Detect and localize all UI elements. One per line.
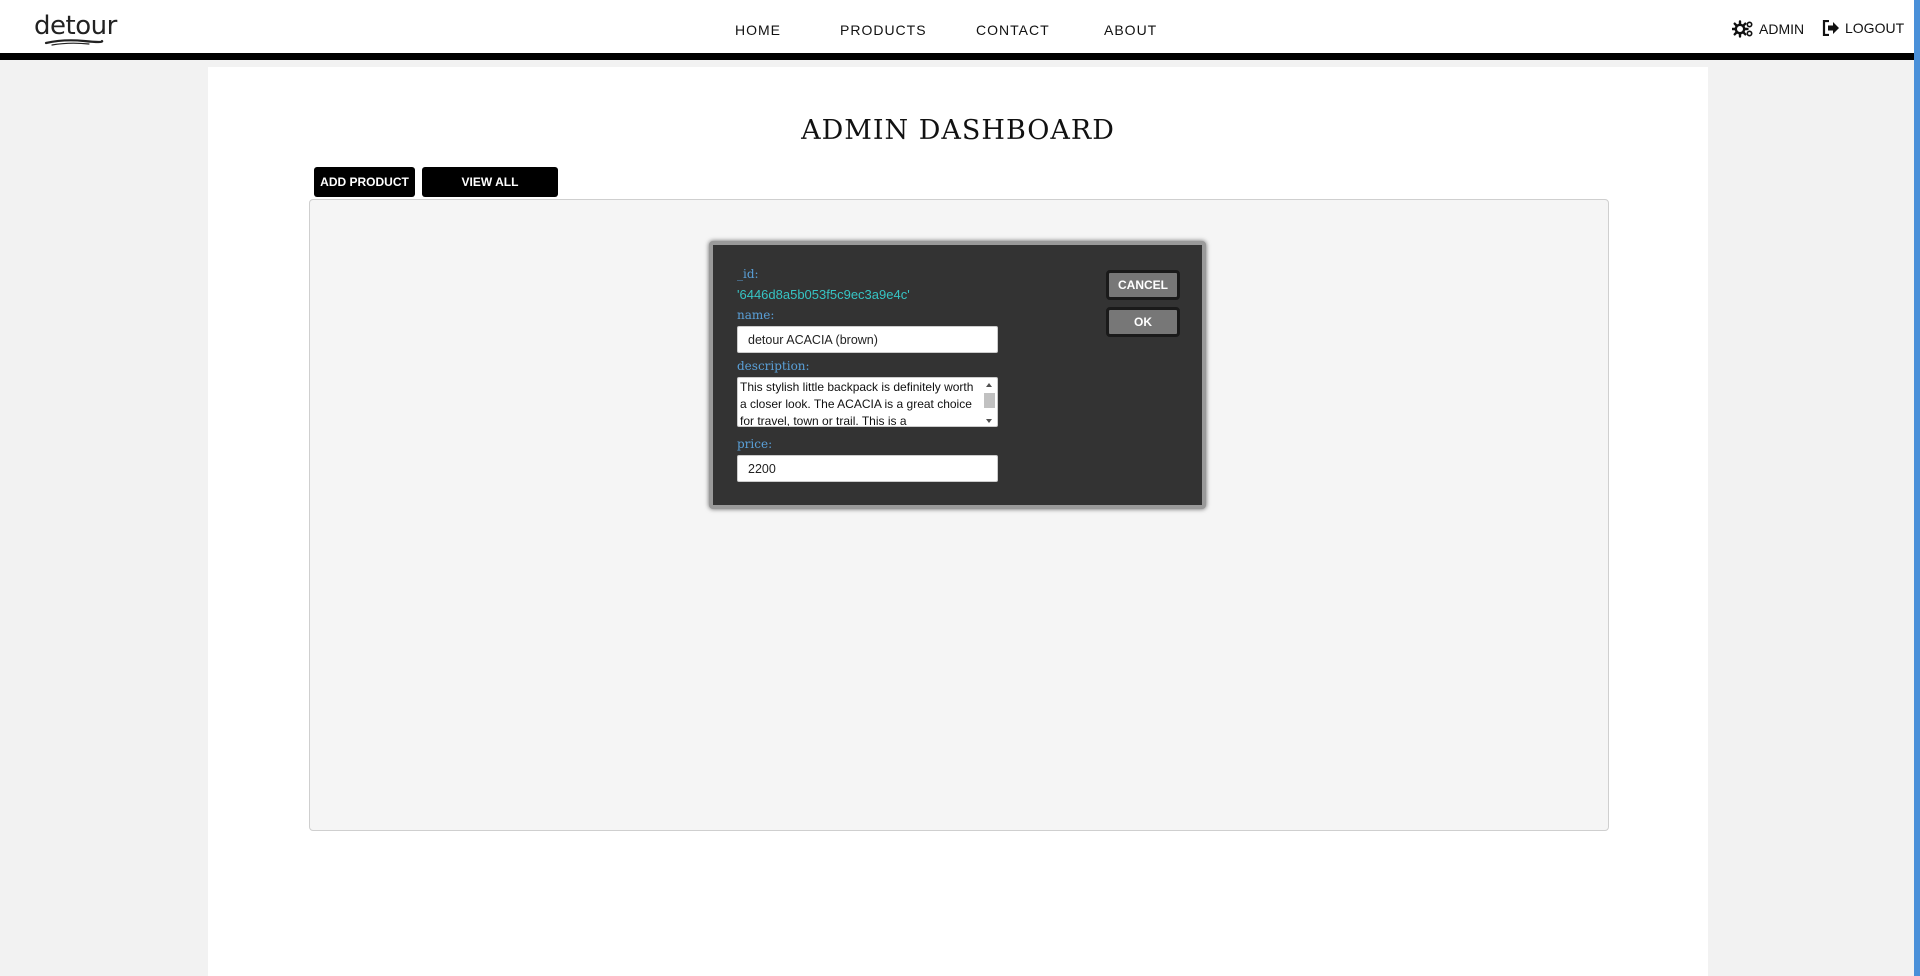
top-navbar: detour HOME PRODUCTS CONTACT ABOUT ADMIN… (0, 0, 1914, 60)
edit-product-modal: _id: '6446d8a5b053f5c9ec3a9e4c' name: de… (709, 241, 1206, 509)
description-scrollbar[interactable] (983, 380, 995, 424)
window-scrollbar-edge (1914, 0, 1920, 976)
scroll-down-icon[interactable] (986, 419, 992, 423)
view-all-products-button[interactable]: VIEW ALL PRODUCTS (422, 167, 558, 219)
description-textarea[interactable]: This stylish little backpack is definite… (737, 377, 998, 427)
id-value: '6446d8a5b053f5c9ec3a9e4c' (737, 287, 910, 302)
description-text: This stylish little backpack is definite… (740, 380, 974, 427)
logo-swoosh-icon (44, 39, 104, 46)
add-product-button[interactable]: ADD PRODUCT (314, 167, 415, 197)
price-input[interactable] (737, 455, 998, 482)
admin-label: ADMIN (1759, 21, 1805, 37)
name-input[interactable] (737, 326, 998, 353)
logout-label: LOGOUT (1845, 20, 1905, 36)
scroll-thumb[interactable] (984, 393, 995, 408)
description-label: description: (737, 359, 810, 373)
cancel-button[interactable]: CANCEL (1106, 270, 1180, 300)
main-nav: HOME PRODUCTS CONTACT ABOUT (735, 22, 1164, 38)
page-title: ADMIN DASHBOARD (801, 115, 1115, 146)
logo-text: detour (34, 11, 117, 41)
nav-home-link[interactable]: HOME (735, 22, 840, 38)
nav-contact-link[interactable]: CONTACT (976, 22, 1104, 38)
ok-button[interactable]: OK (1106, 307, 1180, 337)
name-label: name: (737, 308, 775, 322)
nav-about-link[interactable]: ABOUT (1104, 22, 1164, 38)
id-label: _id: (737, 267, 759, 281)
nav-products-link[interactable]: PRODUCTS (840, 22, 976, 38)
price-label: price: (737, 437, 773, 451)
sign-out-icon (1822, 20, 1839, 36)
gears-icon (1732, 20, 1753, 38)
admin-link[interactable]: ADMIN (1732, 20, 1804, 38)
brand-logo[interactable]: detour (34, 12, 130, 52)
scroll-up-icon[interactable] (986, 383, 992, 387)
main-content: ADMIN DASHBOARD ADD PRODUCT VIEW ALL PRO… (208, 67, 1708, 976)
logout-link[interactable]: LOGOUT (1822, 20, 1904, 36)
